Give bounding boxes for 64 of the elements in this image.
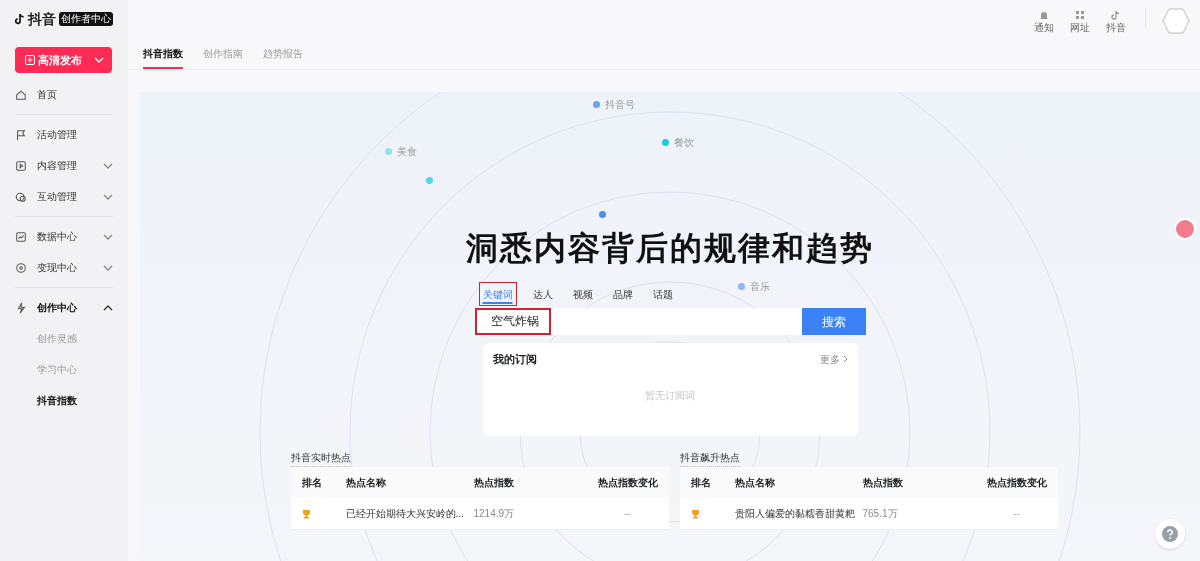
hero-title: 洞悉内容背后的规律和趋势 [466,229,874,268]
search-field[interactable]: 空气炸锅 [474,308,802,335]
bubble-label: 抖音号 [605,98,635,112]
sidebar-item[interactable]: 活动管理 [15,119,113,150]
target-icon [15,260,27,275]
plus-icon [25,55,35,65]
table-cell-text: -- [623,507,632,521]
page-tab[interactable]: 抖音指数 [143,40,183,69]
table-cell-text: 已经开始期待大兴安岭的... [345,507,465,521]
search-tab[interactable]: 关键词 [478,282,517,306]
bubble-label: 美食 [397,145,417,159]
column-header: 热点名称 [345,476,387,490]
trophy-icon [690,508,700,519]
column-header: 热点指数变化 [597,476,658,490]
floating-badge-icon[interactable] [1174,218,1196,240]
top-bar-button[interactable]: 通知 [1031,8,1057,34]
column-header: 热点指数 [862,476,904,490]
subscription-title: 我的订阅 [492,352,537,367]
chevron-icon [94,57,104,63]
chart-icon [15,229,27,244]
search-tab[interactable]: 话题 [648,282,677,306]
chevron-icon [103,162,113,169]
help-icon [1162,526,1178,542]
brand-badge: 创作者中心 [59,12,113,26]
top-bar-button[interactable]: 抖音 [1103,8,1129,34]
column-header: 排名 [690,476,712,490]
more-link[interactable]: 更多 [819,351,848,368]
sidebar-item[interactable]: 首页 [15,79,113,110]
sidebar-item[interactable]: 内容管理 [15,150,113,181]
search-tab[interactable]: 视频 [568,282,597,306]
bubble-label: 餐饮 [674,136,694,150]
sidebar-item[interactable]: 数据中心 [15,221,113,252]
table-cell-text: 1214.9万 [473,507,516,521]
column-header: 排名 [301,476,323,490]
help-button[interactable] [1155,519,1185,549]
play-icon [15,158,27,173]
brand-name: 抖音 [28,9,56,29]
trophy-icon [301,508,311,519]
column-header: 热点名称 [734,476,776,490]
lightning-icon [15,300,27,315]
sidebar-item[interactable]: 变现中心 [15,252,113,283]
sidebar-item[interactable]: 互动管理 [15,181,113,212]
sidebar-item[interactable]: 创作中心 [15,292,113,323]
top-bar-button[interactable]: 网址 [1067,8,1093,34]
table-cell-text: -- [1012,507,1021,521]
chevron-icon [103,264,113,271]
chevron-icon [103,304,113,311]
avatar-icon[interactable] [1162,8,1190,34]
column-header: 热点指数 [473,476,515,490]
bubble-label: 音乐 [750,280,770,294]
column-header: 热点指数变化 [986,476,1047,490]
publish-button[interactable]: 高清发布 [15,47,112,73]
logo-icon [15,11,25,27]
search-tab[interactable]: 品牌 [608,282,637,306]
sidebar-subitem[interactable]: 抖音指数 [15,385,113,416]
flag-icon [15,127,27,142]
chevron-right-icon [842,355,848,364]
search-button[interactable]: 搜索 [801,308,866,335]
grid-icon [1073,8,1087,22]
search-tab[interactable]: 达人 [528,282,557,306]
table-cell-text: 贵阳人偏爱的黏糯香甜黄粑 [734,507,856,521]
table-cell-text: 765.1万 [862,507,899,521]
chevron-icon [103,233,113,240]
chevron-icon [103,193,113,200]
